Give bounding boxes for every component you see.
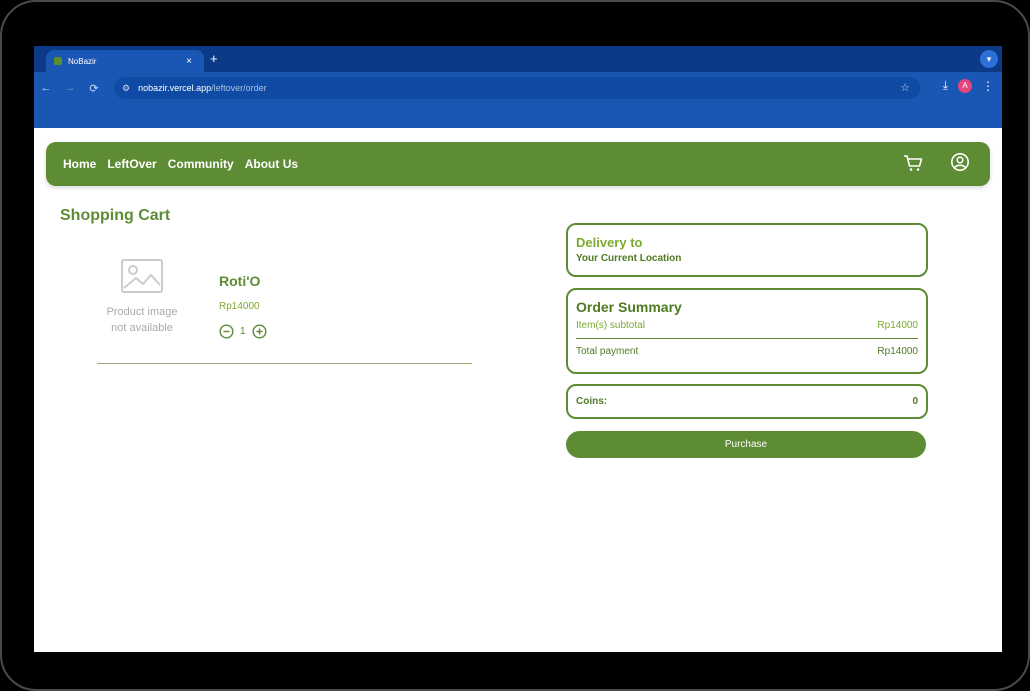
user-profile-icon[interactable] [950, 152, 970, 172]
order-summary-heading: Order Summary [576, 299, 682, 315]
increase-quantity-icon[interactable] [252, 324, 267, 339]
placeholder-text-2: not available [111, 322, 173, 334]
forward-arrow-icon[interactable]: → [58, 82, 82, 94]
new-tab-button[interactable]: + [210, 51, 218, 66]
total-label: Total payment [576, 346, 639, 357]
decrease-quantity-icon[interactable] [219, 324, 234, 339]
favicon-icon [54, 57, 62, 65]
device-frame: NoBazir × + ▾ ← → ⟳ ⚙ nobazir.vercel.app… [0, 0, 1030, 691]
product-image-placeholder: Product image not available [97, 258, 187, 336]
nav-link-home[interactable]: Home [63, 157, 96, 171]
tab-search-chevron-icon[interactable]: ▾ [980, 50, 998, 68]
coins-value: 0 [912, 396, 918, 407]
tab-title: NoBazir [68, 56, 97, 66]
browser-strip [34, 104, 1002, 128]
site-navbar: Home LeftOver Community About Us [46, 142, 990, 186]
cart-icon[interactable] [902, 152, 924, 174]
product-price: Rp14000 [219, 301, 260, 312]
tab-close-icon[interactable]: × [186, 56, 192, 67]
delivery-card[interactable]: Delivery to Your Current Location [566, 223, 928, 277]
subtotal-row: Item(s) subtotal Rp14000 [576, 320, 918, 339]
reload-icon[interactable]: ⟳ [82, 82, 106, 95]
coins-label: Coins: [576, 396, 608, 407]
download-icon[interactable]: ⤓ [943, 78, 948, 93]
browser-tabbar: NoBazir × + ▾ [34, 46, 1002, 72]
bookmark-star-icon[interactable]: ☆ [900, 81, 910, 94]
profile-avatar[interactable]: A [958, 78, 972, 93]
image-placeholder-icon [121, 259, 163, 293]
total-value: Rp14000 [877, 346, 918, 357]
web-page: Home LeftOver Community About Us Shoppin… [34, 128, 1002, 652]
total-row: Total payment Rp14000 [576, 346, 918, 357]
order-summary-card: Order Summary Item(s) subtotal Rp14000 T… [566, 288, 928, 374]
placeholder-text-1: Product image [106, 306, 178, 318]
cart-item: Product image not available Roti'O Rp140… [97, 246, 472, 364]
url-path: /leftover/order [211, 83, 267, 93]
nav-link-about-us[interactable]: About Us [245, 157, 298, 171]
browser-tab[interactable]: NoBazir × [46, 50, 204, 72]
delivery-heading: Delivery to [576, 235, 643, 250]
coins-card: Coins: 0 [566, 384, 928, 419]
back-arrow-icon[interactable]: ← [34, 82, 58, 94]
quantity-value: 1 [240, 326, 246, 337]
page-title: Shopping Cart [60, 207, 171, 224]
product-name: Roti'O [219, 273, 261, 289]
address-bar[interactable]: ⚙ nobazir.vercel.app/leftover/order ☆ [114, 77, 920, 99]
browser-toolbar: ← → ⟳ ⚙ nobazir.vercel.app/leftover/orde… [34, 72, 1002, 104]
site-settings-icon[interactable]: ⚙ [122, 83, 130, 94]
subtotal-value: Rp14000 [877, 320, 918, 331]
browser-menu-icon[interactable]: ⋮ [982, 79, 994, 93]
subtotal-label: Item(s) subtotal [576, 320, 645, 331]
nav-link-leftover[interactable]: LeftOver [107, 157, 156, 171]
nav-link-community[interactable]: Community [168, 157, 234, 171]
url-host: nobazir.vercel.app [138, 83, 212, 93]
screen: NoBazir × + ▾ ← → ⟳ ⚙ nobazir.vercel.app… [34, 46, 1002, 652]
delivery-location: Your Current Location [576, 253, 682, 264]
purchase-button[interactable]: Purchase [566, 431, 926, 458]
quantity-stepper: 1 [219, 324, 267, 339]
